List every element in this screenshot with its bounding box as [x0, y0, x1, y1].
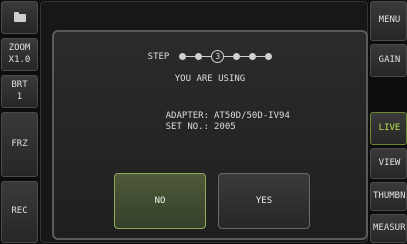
info-labels: ADAPTER: SET NO.:: [134, 111, 209, 133]
step-indicator: STEP 3: [54, 50, 366, 63]
step-dot: [195, 53, 203, 60]
measure-label: MEASURE: [373, 222, 406, 233]
folder-icon: [13, 11, 26, 22]
step-label: STEP: [147, 51, 170, 62]
folder-button[interactable]: [1, 1, 38, 34]
setno-label: SET NO.:: [165, 122, 209, 132]
view-label: VIEW: [378, 157, 401, 168]
step-connector: [240, 56, 250, 57]
record-button[interactable]: REC: [1, 181, 38, 243]
step-connector: [256, 56, 266, 57]
gain-label: GAIN: [378, 54, 401, 65]
menu-button[interactable]: MENU: [370, 1, 407, 41]
step-dot: [265, 53, 273, 60]
info-values: AT50D/50D-IV94 2005: [214, 111, 290, 133]
view-button[interactable]: VIEW: [370, 148, 407, 179]
step-connector: [186, 56, 196, 57]
brightness-label: BRT 1: [11, 80, 28, 102]
freeze-label: FRZ: [11, 138, 28, 149]
step-dot: [233, 53, 241, 60]
setno-value: 2005: [214, 122, 236, 132]
brightness-button[interactable]: BRT 1: [1, 75, 38, 108]
no-label: NO: [154, 196, 166, 206]
freeze-button[interactable]: FRZ: [1, 112, 38, 177]
yes-label: YES: [255, 196, 273, 206]
zoom-label: ZOOM X1.0: [8, 43, 31, 65]
measure-button[interactable]: MEASURE: [370, 214, 407, 243]
step-connector: [224, 56, 234, 57]
step-dot: [249, 53, 257, 60]
step-progress: 3: [179, 50, 273, 63]
menu-label: MENU: [378, 15, 401, 26]
live-button[interactable]: LIVE: [370, 112, 407, 145]
yes-button[interactable]: YES: [218, 173, 310, 229]
thumbnail-button[interactable]: THUMBNAIL: [370, 182, 407, 211]
no-button[interactable]: NO: [114, 173, 206, 229]
using-text: YOU ARE USING: [174, 74, 246, 84]
record-label: REC: [11, 206, 28, 217]
gain-button[interactable]: GAIN: [370, 44, 407, 77]
adapter-value: AT50D/50D-IV94: [214, 111, 290, 121]
zoom-button[interactable]: ZOOM X1.0: [1, 38, 38, 71]
adapter-confirm-dialog: STEP 3 YOU ARE USING ADAPTER: SET NO.: A…: [52, 30, 368, 240]
step-connector: [202, 56, 212, 57]
current-step-number: 3: [215, 52, 221, 61]
thumbnail-label: THUMBNAIL: [373, 190, 406, 201]
live-label: LIVE: [378, 122, 401, 133]
adapter-label: ADAPTER:: [165, 111, 209, 121]
current-step: 3: [211, 50, 225, 63]
step-dot: [179, 53, 187, 60]
